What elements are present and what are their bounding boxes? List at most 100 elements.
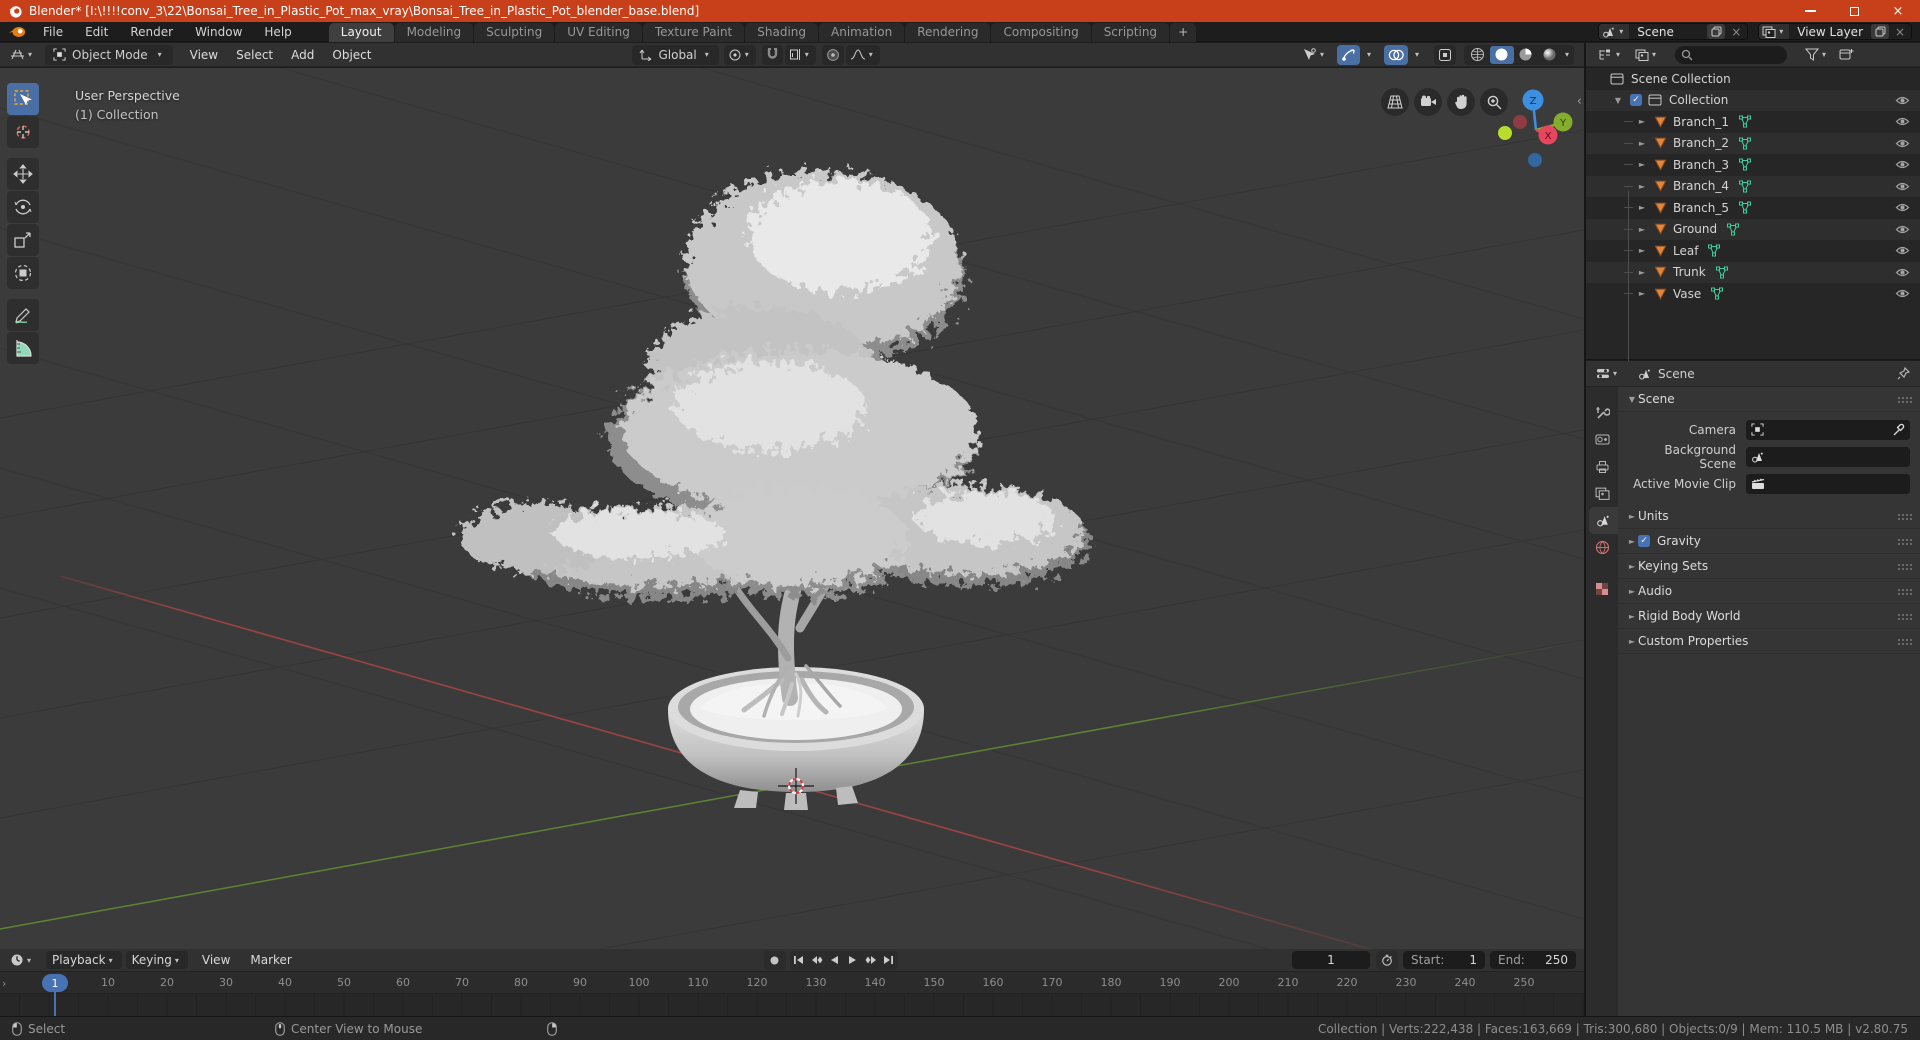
expand-arrow-icon[interactable]: ► [1636, 246, 1648, 255]
object-visibility-selector[interactable]: ▾ [1298, 45, 1331, 65]
hide-toggle[interactable] [1895, 181, 1910, 192]
scene-unlink-button[interactable]: × [1727, 24, 1745, 39]
hide-toggle[interactable] [1895, 267, 1910, 278]
keying-menu[interactable]: Keying ▾ [125, 951, 188, 969]
eyedropper-icon[interactable] [1893, 423, 1905, 436]
expand-arrow-icon[interactable]: ► [1636, 182, 1648, 191]
pivot-point-selector[interactable]: ▾ [723, 44, 756, 65]
view-layer-remove-button[interactable]: × [1891, 24, 1909, 39]
current-frame-field[interactable]: 1 [1292, 951, 1370, 969]
menu-render[interactable]: Render [119, 22, 184, 42]
add-workspace-button[interactable]: + [1170, 22, 1197, 42]
menu-edit[interactable]: Edit [74, 22, 119, 42]
play-reverse-button[interactable] [826, 951, 844, 970]
menu-select[interactable]: Select [227, 48, 282, 62]
navigation-gizmo[interactable]: Z Y X [1492, 86, 1578, 178]
outliner-row-object[interactable]: ► Ground [1586, 218, 1920, 240]
outliner-row-object[interactable]: ► Branch_4 [1586, 175, 1920, 197]
outliner-row-scene-collection[interactable]: Scene Collection [1586, 68, 1920, 90]
tool-annotate[interactable] [7, 299, 39, 331]
end-frame-field[interactable]: End: 250 [1490, 951, 1576, 969]
outliner-row-object[interactable]: ► Branch_3 [1586, 154, 1920, 176]
hide-toggle[interactable] [1895, 224, 1910, 235]
shading-wireframe-button[interactable] [1466, 46, 1490, 64]
tab-texture-properties[interactable] [1586, 575, 1618, 602]
active-movie-clip-field[interactable] [1746, 473, 1910, 494]
tab-uv-editing[interactable]: UV Editing [555, 22, 642, 42]
outliner-row-object[interactable]: ► Branch_1 [1586, 111, 1920, 133]
use-preview-range-button[interactable] [1376, 950, 1398, 970]
new-collection-button[interactable] [1835, 45, 1858, 65]
transform-orientation-selector[interactable]: Global ▾ [632, 44, 719, 65]
snap-toggle[interactable] [761, 44, 783, 65]
tab-modeling[interactable]: Modeling [394, 22, 474, 42]
timeline-track[interactable] [0, 994, 1584, 1016]
audio-panel-header[interactable]: ► Audio [1618, 579, 1920, 604]
expand-arrow-icon[interactable]: ► [1636, 203, 1648, 212]
editor-type-button[interactable]: ▾ [6, 45, 39, 65]
view-layer-new-button[interactable] [1871, 24, 1889, 39]
xray-toggle[interactable] [1433, 44, 1456, 65]
menu-window[interactable]: Window [184, 22, 253, 42]
outliner-row-object[interactable]: ► Vase [1586, 283, 1920, 305]
tab-sculpting[interactable]: Sculpting [474, 22, 555, 42]
keying-sets-panel-header[interactable]: ► Keying Sets [1618, 554, 1920, 579]
mode-selector[interactable]: Object Mode ▾ [45, 44, 173, 65]
expand-arrow-icon[interactable]: ► [1636, 289, 1648, 298]
panel-grip-icon[interactable] [1897, 396, 1912, 403]
background-scene-field[interactable] [1746, 446, 1910, 467]
timeline-expand-arrow[interactable]: › [2, 977, 6, 990]
shading-material-button[interactable] [1514, 46, 1538, 64]
playback-menu[interactable]: Playback ▾ [46, 951, 122, 969]
units-panel-header[interactable]: ► Units [1618, 504, 1920, 529]
tab-output-properties[interactable] [1586, 453, 1618, 480]
panel-grip-icon[interactable] [1897, 613, 1912, 620]
pin-icon[interactable] [1897, 367, 1910, 380]
shading-solid-button[interactable] [1489, 45, 1514, 64]
tab-shading[interactable]: Shading [745, 22, 818, 42]
camera-view-button[interactable] [1414, 88, 1442, 116]
editor-divider[interactable] [1584, 43, 1586, 1016]
scene-browse-button[interactable]: ▾ [1599, 24, 1630, 39]
viewport-3d[interactable]: User Perspective (1) Collection Z Y X ‹ [0, 68, 1584, 949]
menu-add[interactable]: Add [282, 48, 323, 62]
tab-world-properties[interactable] [1586, 534, 1618, 561]
expand-arrow-icon[interactable]: ► [1636, 117, 1648, 126]
tab-texture-paint[interactable]: Texture Paint [642, 22, 745, 42]
outliner-row-object[interactable]: ► Branch_5 [1586, 197, 1920, 219]
shading-options-dropdown[interactable]: ▾ [1565, 50, 1569, 59]
tool-move[interactable] [7, 158, 39, 190]
tool-transform[interactable] [7, 257, 39, 289]
hide-toggle[interactable] [1895, 245, 1910, 256]
maximize-button[interactable] [1832, 0, 1876, 22]
jump-to-start-button[interactable] [790, 951, 808, 970]
scene-new-button[interactable] [1707, 24, 1726, 39]
sidebar-collapse-arrow[interactable]: ‹ [1577, 94, 1582, 109]
tab-rendering[interactable]: Rendering [905, 22, 991, 42]
close-button[interactable]: × [1876, 0, 1920, 22]
next-keyframe-button[interactable] [862, 951, 880, 970]
panel-grip-icon[interactable] [1897, 563, 1912, 570]
tool-select-box[interactable] [7, 83, 39, 115]
expand-arrow-icon[interactable]: ▼ [1612, 96, 1624, 105]
properties-editor-type-button[interactable]: ▾ [1592, 364, 1624, 384]
hide-toggle[interactable] [1895, 95, 1910, 106]
menu-object[interactable]: Object [323, 48, 380, 62]
hide-toggle[interactable] [1895, 138, 1910, 149]
view-menu[interactable]: View [192, 953, 240, 967]
pan-view-button[interactable] [1447, 88, 1475, 116]
panel-grip-icon[interactable] [1897, 638, 1912, 645]
collection-checkbox[interactable]: ✓ [1630, 94, 1642, 107]
expand-arrow-icon[interactable]: ► [1636, 225, 1648, 234]
toggle-perspective-button[interactable] [1381, 88, 1409, 116]
scene-name[interactable]: Scene [1629, 25, 1707, 39]
outliner-row-object[interactable]: ► Trunk [1586, 261, 1920, 283]
hide-toggle[interactable] [1895, 202, 1910, 213]
tab-view-layer-properties[interactable] [1586, 480, 1618, 507]
tab-animation[interactable]: Animation [819, 22, 905, 42]
tool-rotate[interactable] [7, 191, 39, 223]
auto-keying-record-button[interactable] [763, 950, 786, 970]
rigid-body-world-panel-header[interactable]: ► Rigid Body World [1618, 604, 1920, 629]
outliner-row-object[interactable]: ► Leaf [1586, 240, 1920, 262]
panel-grip-icon[interactable] [1897, 588, 1912, 595]
